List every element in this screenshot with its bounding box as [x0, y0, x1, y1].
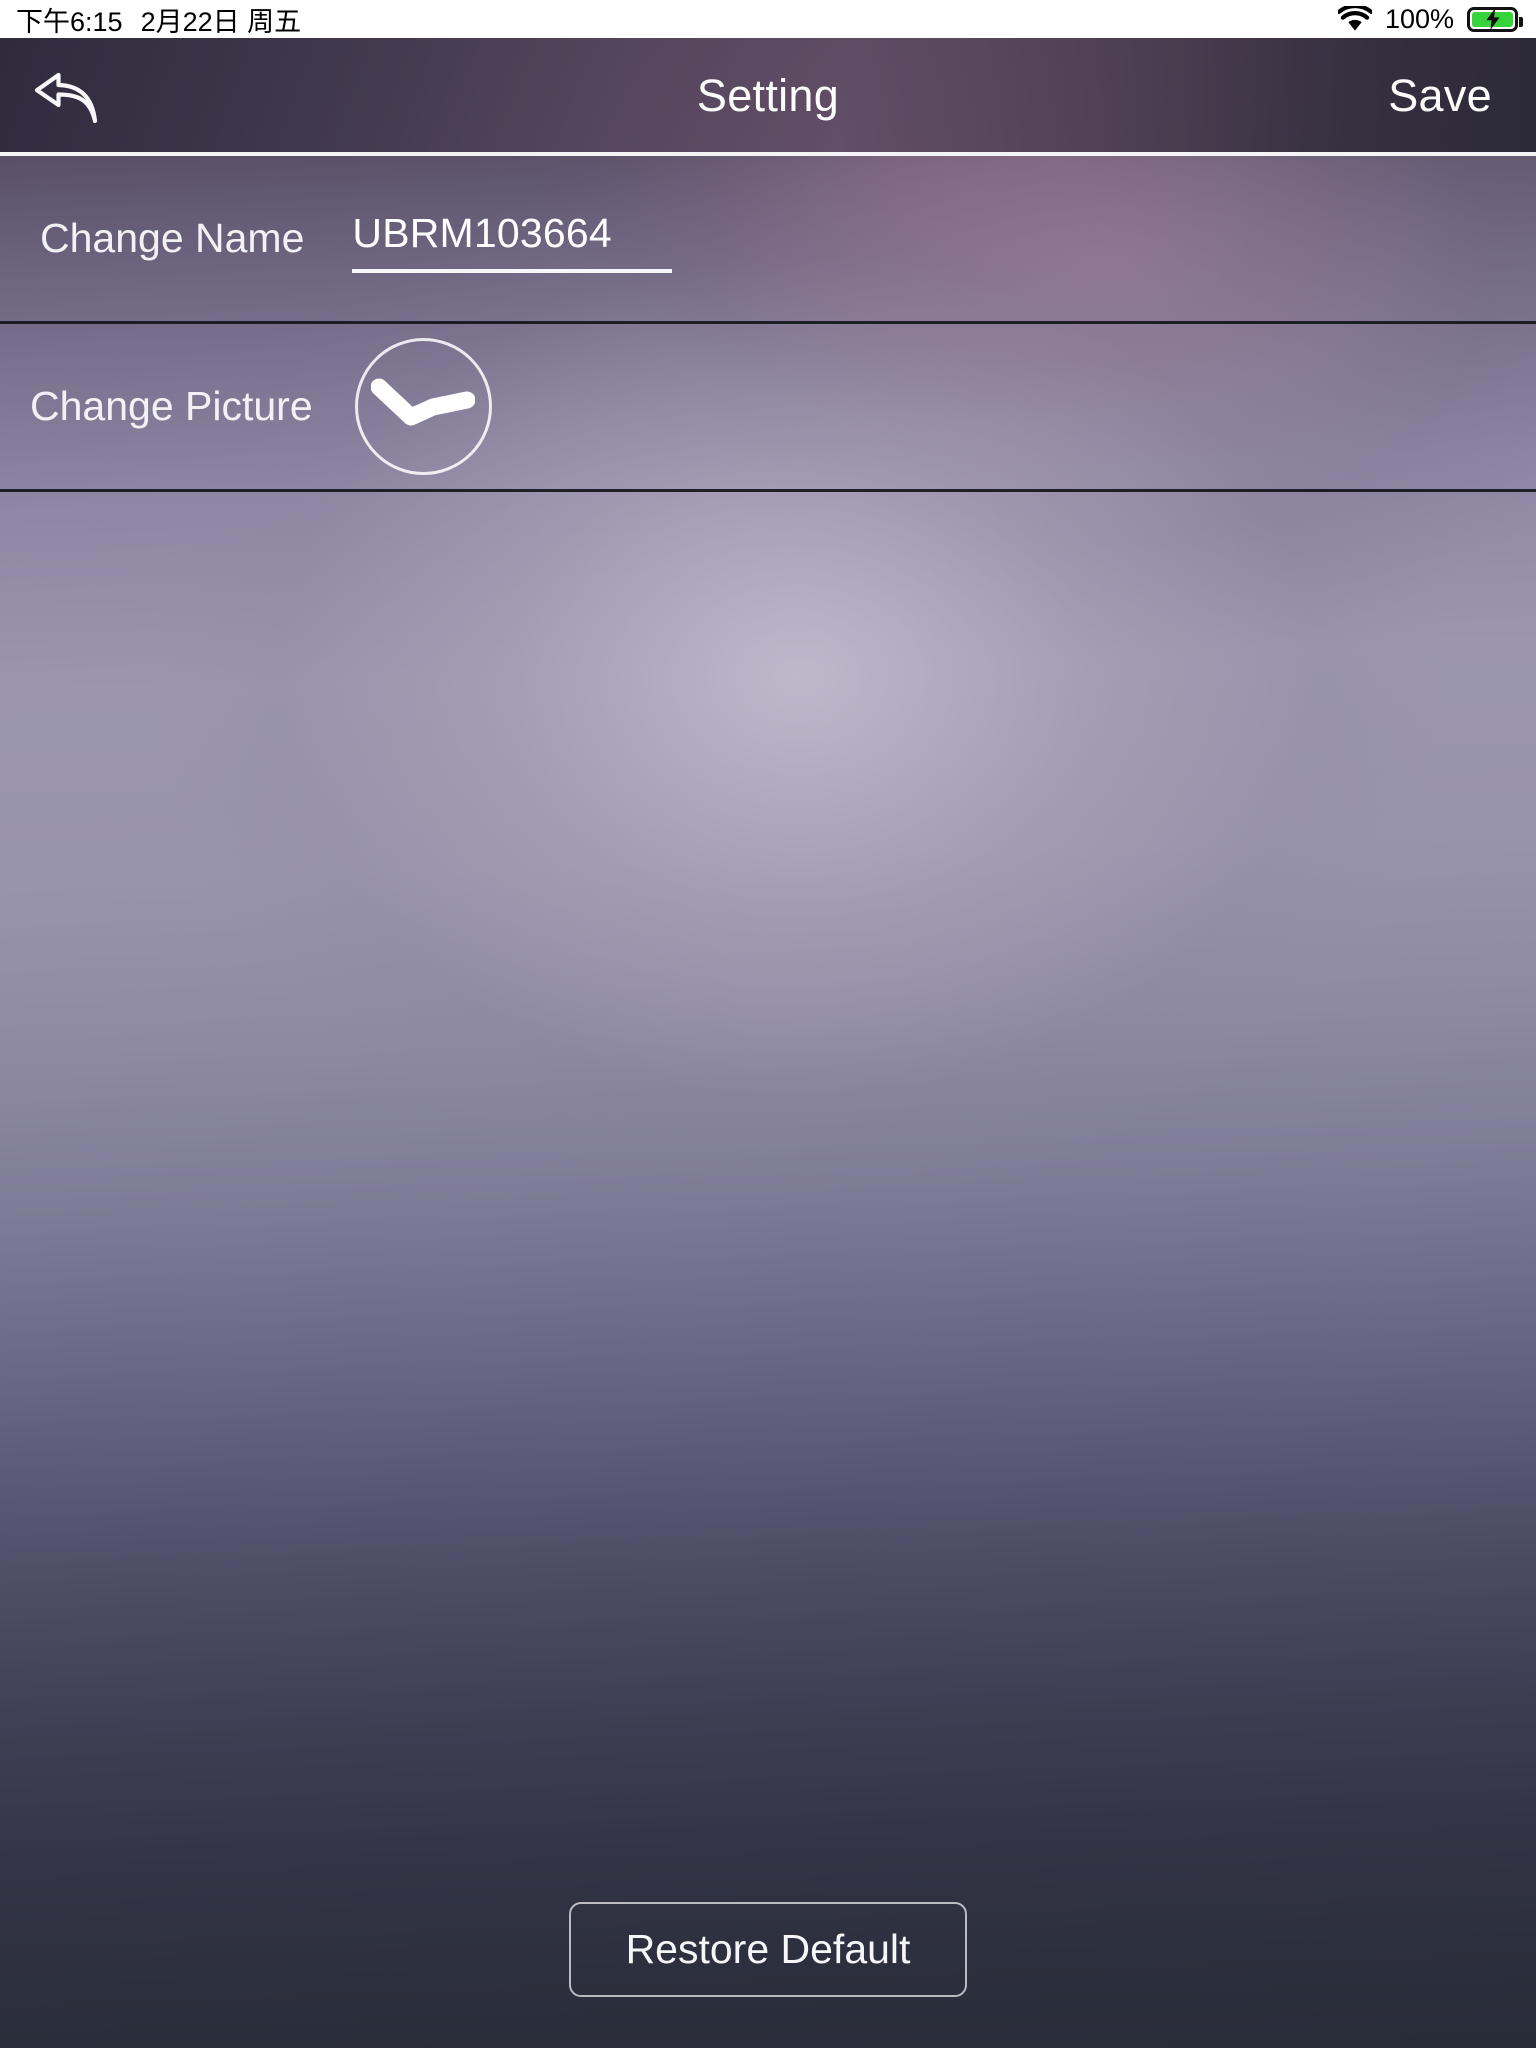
change-name-input[interactable]: UBRM103664 — [352, 210, 672, 267]
divider-after-change-picture — [0, 489, 1536, 492]
row-change-picture[interactable]: Change Picture — [0, 324, 1536, 489]
status-bar-left: 下午6:15 2月22日 周五 — [16, 0, 301, 39]
navbar-separator — [0, 152, 1536, 156]
battery-percent-label: 100% — [1384, 3, 1454, 34]
settings-list: Change Name UBRM103664 Change Picture — [0, 156, 1536, 492]
battery-charging-icon — [1467, 6, 1523, 32]
page-title: Setting — [696, 70, 840, 121]
status-bar: 下午6:15 2月22日 周五 100% — [0, 0, 1536, 38]
change-name-field[interactable]: UBRM103664 — [352, 189, 673, 289]
row-change-name[interactable]: Change Name UBRM103664 — [0, 156, 1536, 321]
status-time: 下午6:15 — [16, 6, 123, 37]
navigation-bar: Setting Save — [0, 38, 1536, 154]
app-screen: 下午6:15 2月22日 周五 100% Setting Save Change… — [0, 0, 1536, 2048]
status-bar-right: 100% — [1337, 3, 1523, 35]
status-date: 2月22日 周五 — [140, 6, 302, 37]
wifi-icon — [1337, 6, 1372, 32]
restore-default-button[interactable]: Restore Default — [569, 1902, 967, 1997]
change-name-underline — [352, 268, 673, 273]
save-button[interactable]: Save — [1388, 70, 1492, 122]
avatar[interactable] — [354, 338, 492, 475]
wave-profile-icon — [370, 373, 476, 440]
change-picture-label: Change Picture — [30, 383, 313, 429]
change-name-label: Change Name — [40, 215, 305, 261]
